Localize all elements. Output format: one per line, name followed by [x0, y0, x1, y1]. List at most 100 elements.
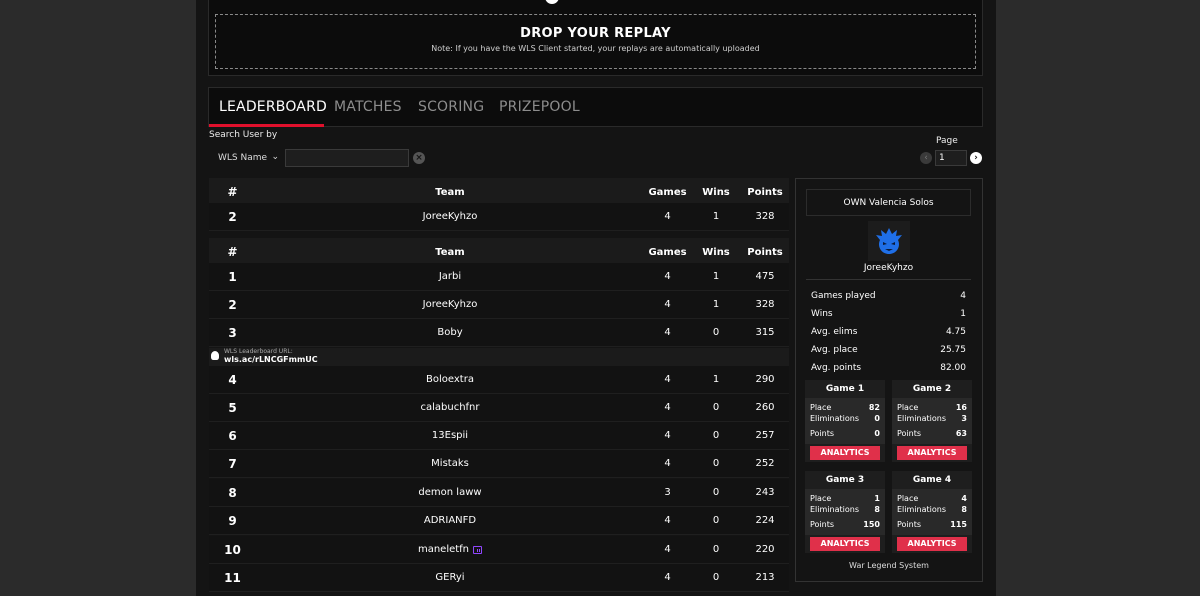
table-row[interactable]: 8 demon laww 3 0 243: [209, 479, 789, 507]
table-row[interactable]: 5 calabuchfnr 4 0 260: [209, 394, 789, 422]
team-cell: demon laww: [418, 487, 482, 498]
place-label: Place: [897, 494, 919, 503]
stat-games-played: Games played 4: [811, 291, 966, 301]
twitch-icon[interactable]: [473, 545, 483, 554]
games-cell: 4: [664, 211, 671, 222]
stat-avg-points: Avg. points 82.00: [811, 363, 966, 373]
game-card-3: Game 3 Place 1 Eliminations 8 Points 150 AN…: [805, 471, 885, 553]
header-wins: Wins: [702, 186, 730, 198]
game-title: Game 1: [825, 384, 865, 394]
prev-page-button[interactable]: ‹: [920, 152, 932, 164]
elims-label: Eliminations: [897, 505, 946, 514]
games-cell: 4: [664, 374, 671, 385]
rank-cell: 11: [224, 570, 241, 585]
stat-label: Avg. elims: [811, 327, 858, 337]
table-header: # Team Games Wins Points: [209, 178, 789, 206]
points-label: Points: [810, 429, 835, 438]
header-wins: Wins: [702, 246, 730, 258]
wins-cell: 1: [712, 374, 720, 385]
rank-cell: 8: [228, 485, 237, 500]
table-header: # Team Games Wins Points: [209, 238, 789, 266]
next-page-button[interactable]: ›: [970, 152, 982, 164]
stat-value: 82.00: [940, 363, 966, 373]
tab-leaderboard[interactable]: LEADERBOARD: [219, 99, 327, 115]
analytics-button[interactable]: ANALYTICS: [810, 537, 880, 551]
elims-label: Eliminations: [897, 414, 946, 423]
stat-label: Avg. place: [811, 345, 858, 355]
points-label: Points: [897, 520, 922, 529]
replay-drop-zone[interactable]: DROP YOUR REPLAY Note: If you have the W…: [215, 14, 976, 69]
player-avatar-icon: [876, 228, 902, 254]
place-value: 82: [868, 403, 880, 412]
rank-cell: 2: [228, 209, 237, 224]
table-row[interactable]: 7 Mistaks 4 0 252: [209, 450, 789, 478]
points-cell: 290: [755, 374, 775, 385]
table-row[interactable]: 4 Boloextra 4 1 290: [209, 366, 789, 394]
header-rank: #: [227, 185, 238, 199]
team-cell: ADRIANFD: [423, 515, 477, 526]
analytics-button[interactable]: ANALYTICS: [810, 446, 880, 460]
games-cell: 4: [664, 402, 671, 413]
stat-value: 4.75: [945, 327, 966, 337]
tournament-title: OWN Valencia Solos: [806, 189, 971, 216]
analytics-button[interactable]: ANALYTICS: [897, 537, 967, 551]
table-row[interactable]: 9 ADRIANFD 4 0 224: [209, 507, 789, 535]
tab-prizepool[interactable]: PRIZEPOOL: [499, 99, 580, 115]
game-points: Points 150: [810, 520, 880, 529]
wins-cell: 0: [712, 327, 720, 338]
team-cell: Jarbi: [438, 271, 462, 282]
tab-matches[interactable]: MATCHES: [334, 99, 402, 115]
elims-label: Eliminations: [810, 414, 859, 423]
game-place: Place 1: [810, 494, 880, 503]
games-cell: 4: [664, 299, 671, 310]
place-value: 1: [874, 494, 880, 503]
leaderboard-url-link[interactable]: wls.ac/rLNCGFmmUC: [224, 355, 318, 364]
points-cell: 315: [755, 327, 775, 338]
table-row[interactable]: 1 Jarbi 4 1 475: [209, 263, 789, 291]
stat-label: Wins: [811, 309, 833, 319]
place-value: 16: [955, 403, 967, 412]
table-row[interactable]: 10 maneletfn 4 0 220: [209, 536, 789, 564]
points-cell: 328: [755, 299, 775, 310]
game-elims: Eliminations 8: [897, 505, 967, 514]
place-value: 4: [961, 494, 967, 503]
stat-label: Avg. points: [811, 363, 862, 373]
elims-value: 8: [874, 505, 880, 514]
wins-cell: 0: [712, 544, 720, 555]
rank-cell: 1: [228, 269, 237, 284]
page-input[interactable]: 1: [935, 150, 967, 166]
points-cell: 243: [755, 487, 775, 498]
table-row[interactable]: 2 JoreeKyhzo 4 1 328: [209, 291, 789, 319]
header-points: Points: [747, 246, 783, 258]
team-cell: GERyi: [435, 572, 465, 583]
game-place: Place 82: [810, 403, 880, 412]
points-cell: 260: [755, 402, 775, 413]
points-cell: 224: [755, 515, 775, 526]
elims-value: 0: [874, 414, 880, 423]
tab-scoring[interactable]: SCORING: [418, 99, 484, 115]
active-tab-indicator: [209, 124, 324, 127]
my-rank-row[interactable]: 2 JoreeKyhzo 4 1 328: [209, 203, 789, 231]
team-cell: calabuchfnr: [420, 402, 480, 413]
stat-wins: Wins 1: [811, 309, 966, 319]
wins-cell: 0: [712, 487, 720, 498]
game-title: Game 3: [825, 475, 865, 485]
drop-note: Note: If you have the WLS Client started…: [431, 44, 760, 53]
place-label: Place: [810, 494, 832, 503]
team-cell: Boloextra: [426, 374, 474, 385]
rank-cell: 7: [228, 456, 237, 471]
search-field-select[interactable]: WLS Name ⌄: [209, 149, 281, 167]
rank-cell: 3: [228, 325, 237, 340]
wins-cell: 0: [712, 430, 720, 441]
games-cell: 4: [664, 544, 671, 555]
stat-label: Games played: [811, 291, 876, 301]
table-row[interactable]: 6 13Espii 4 0 257: [209, 422, 789, 450]
search-input[interactable]: [285, 149, 409, 167]
table-row[interactable]: 11 GERyi 4 0 213: [209, 564, 789, 592]
game-card-4: Game 4 Place 4 Eliminations 8 Points 115 AN…: [892, 471, 972, 553]
analytics-button[interactable]: ANALYTICS: [897, 446, 967, 460]
points-cell: 257: [755, 430, 775, 441]
wins-cell: 1: [712, 271, 720, 282]
clear-search-icon[interactable]: ×: [413, 152, 425, 164]
table-row[interactable]: 3 Boby 4 0 315: [209, 319, 789, 347]
